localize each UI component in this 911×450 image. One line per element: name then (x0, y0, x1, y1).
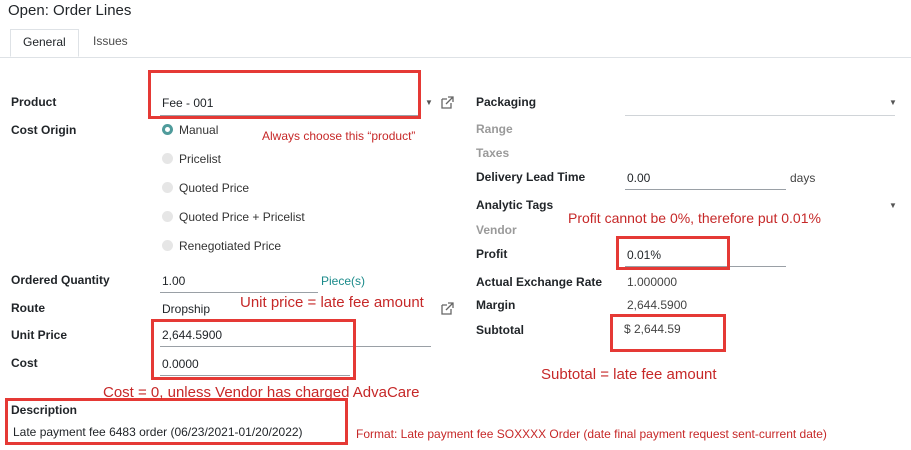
route-label: Route (11, 301, 45, 315)
ordered-quantity-input[interactable]: 1.00 (162, 274, 185, 288)
uom-link[interactable]: Piece(s) (321, 274, 365, 288)
radio-label-quoted-price: Quoted Price (179, 181, 250, 195)
range-label: Range (476, 122, 513, 136)
product-highlight-box (148, 70, 421, 119)
margin-label: Margin (476, 298, 516, 312)
exchange-rate-value: 1.000000 (627, 275, 678, 289)
subtotal-highlight-box (610, 314, 726, 352)
lead-time-underline (625, 189, 786, 190)
subtotal-annotation: Subtotal = late fee amount (541, 366, 717, 383)
radio-renegotiated-price[interactable] (162, 240, 173, 251)
profit-label: Profit (476, 247, 508, 261)
radio-label-quoted-price-pricelist: Quoted Price + Pricelist (179, 210, 305, 224)
tab-general[interactable]: General (10, 29, 79, 57)
subtotal-label: Subtotal (476, 323, 524, 337)
price-cost-highlight-box (151, 319, 356, 380)
external-link-icon[interactable] (441, 96, 454, 109)
vendor-label: Vendor (476, 223, 517, 237)
product-label: Product (11, 95, 57, 109)
cost-origin-label: Cost Origin (11, 123, 77, 137)
packaging-label: Packaging (476, 95, 537, 109)
unit-price-annotation: Unit price = late fee amount (240, 294, 424, 311)
cost-annotation: Cost = 0, unless Vendor has charged Adva… (103, 384, 420, 401)
radio-label-renegotiated-price: Renegotiated Price (179, 239, 282, 253)
radio-manual[interactable] (162, 124, 173, 135)
delivery-lead-time-label: Delivery Lead Time (476, 170, 586, 184)
packaging-underline (625, 115, 895, 116)
unit-price-label: Unit Price (11, 328, 68, 342)
route-input[interactable]: Dropship (162, 302, 210, 316)
delivery-lead-time-input[interactable]: 0.00 (627, 171, 650, 185)
profit-highlight-box (616, 236, 730, 270)
taxes-label: Taxes (476, 146, 510, 160)
product-annotation: Always choose this “product” (262, 129, 416, 143)
product-dropdown-icon[interactable]: ▼ (425, 98, 433, 107)
quantity-underline (160, 292, 318, 293)
tab-issues[interactable]: Issues (81, 29, 140, 57)
ordered-quantity-label: Ordered Quantity (11, 273, 110, 287)
radio-quoted-price-pricelist[interactable] (162, 211, 173, 222)
radio-label-pricelist: Pricelist (179, 152, 222, 166)
exchange-rate-label: Actual Exchange Rate (476, 275, 603, 289)
radio-label-manual: Manual (179, 123, 219, 137)
description-highlight-box (5, 398, 348, 445)
radio-quoted-price[interactable] (162, 182, 173, 193)
cost-label: Cost (11, 356, 38, 370)
route-external-link-icon[interactable] (441, 302, 454, 315)
dialog-title: Open: Order Lines (8, 2, 132, 19)
tabs-divider (0, 57, 911, 58)
profit-annotation: Profit cannot be 0%, therefore put 0.01% (568, 210, 821, 226)
margin-value: 2,644.5900 (627, 298, 688, 312)
days-unit: days (790, 171, 816, 185)
format-annotation: Format: Late payment fee SOXXXX Order (d… (356, 427, 827, 441)
analytic-tags-label: Analytic Tags (476, 198, 554, 212)
radio-pricelist[interactable] (162, 153, 173, 164)
packaging-dropdown-icon[interactable]: ▼ (889, 98, 897, 107)
analytic-tags-dropdown-icon[interactable]: ▼ (889, 201, 897, 210)
